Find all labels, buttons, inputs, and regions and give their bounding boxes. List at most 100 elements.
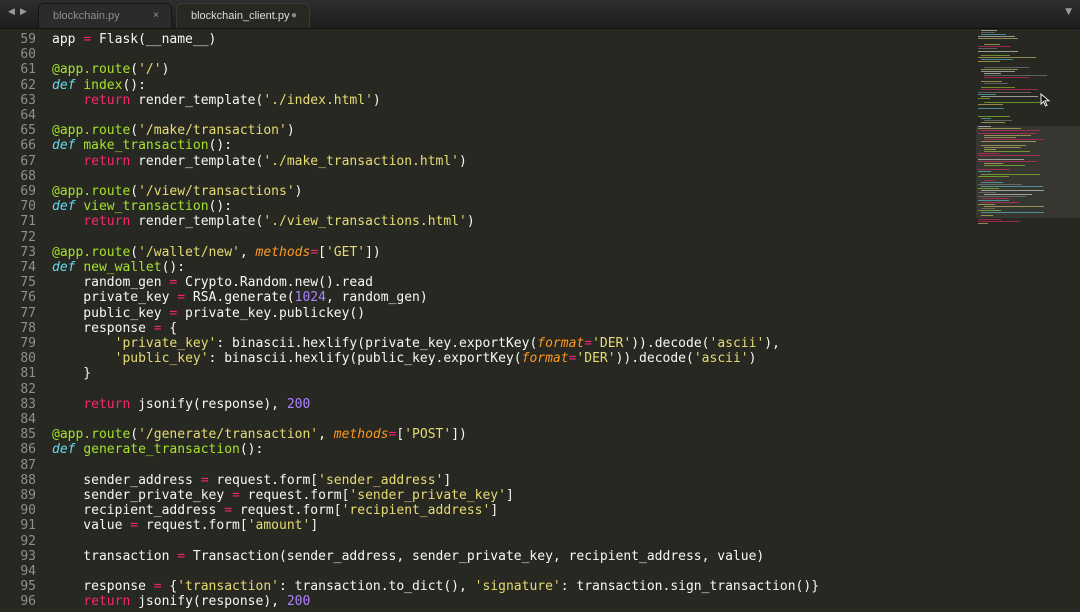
code-line[interactable]: 86 def generate_transaction(): [0, 442, 975, 457]
code-token: '/make/transaction' [138, 123, 287, 139]
minimap-line [978, 155, 1040, 157]
minimap-line [981, 212, 1044, 214]
code-token: public_key [52, 305, 170, 321]
arrow-right-icon[interactable]: ▶ [20, 7, 27, 17]
code-text[interactable]: @app.route('/view/transactions') [52, 184, 302, 199]
code-text[interactable]: return render_template('./view_transacti… [52, 214, 475, 230]
code-text[interactable]: } [52, 366, 91, 381]
code-text[interactable]: sender_address = request.form['sender_ad… [52, 473, 451, 488]
code-token: ]) [365, 244, 381, 260]
code-token: request.form[ [239, 488, 350, 503]
code-line[interactable]: 88 sender_address = request.form['sender… [0, 473, 975, 488]
code-text[interactable]: def new_wallet(): [52, 260, 185, 275]
minimap-line [978, 220, 1020, 222]
code-text[interactable]: recipient_address = request.form['recipi… [52, 503, 498, 518]
code-line[interactable]: 73 @app.route('/wallet/new', methods=['GE… [0, 245, 975, 260]
code-line[interactable]: 92 [0, 534, 975, 549]
code-line[interactable]: 91 value = request.form['amount'] [0, 518, 975, 533]
minimap[interactable] [976, 28, 1080, 612]
code-line[interactable]: 89 sender_private_key = request.form['se… [0, 488, 975, 503]
code-line[interactable]: 85 @app.route('/generate/transaction', me… [0, 427, 975, 442]
code-token: request.form[ [138, 518, 248, 534]
code-text[interactable]: @app.route('/generate/transaction', meth… [52, 427, 467, 442]
code-text[interactable]: def index(): [52, 78, 146, 93]
code-text[interactable]: 'private_key': binascii.hexlify(private_… [52, 336, 780, 351]
code-text[interactable]: private_key = RSA.generate(1024, random_… [52, 290, 428, 306]
code-line[interactable]: 83 return jsonify(response), 200 [0, 397, 975, 412]
code-token: 'private_key' [114, 336, 217, 351]
minimap-line [978, 204, 995, 206]
code-editor[interactable]: 59 app = Flask(__name__) 60 61 @app.route('/… [0, 30, 975, 612]
minimap-line [981, 30, 997, 31]
code-line[interactable]: 65 @app.route('/make/transaction') [0, 123, 975, 138]
code-line[interactable]: 80 'public_key': binascii.hexlify(public… [0, 351, 975, 366]
code-line[interactable]: 81 } [0, 366, 975, 381]
code-text[interactable]: response = {'transaction': transaction.t… [52, 579, 819, 594]
code-line[interactable]: 95 response = {'transaction': transactio… [0, 579, 975, 594]
code-line[interactable]: 75 random_gen = Crypto.Random.new().read [0, 275, 975, 290]
code-line[interactable]: 74 def new_wallet(): [0, 260, 975, 275]
code-text[interactable]: app = Flask(__name__) [52, 32, 216, 47]
unsaved-dot-icon[interactable]: ● [291, 4, 297, 28]
minimap-line [984, 66, 1029, 68]
code-token: 200 [286, 396, 311, 412]
code-text[interactable]: return render_template('./make_transacti… [52, 154, 467, 169]
code-line[interactable]: 82 [0, 382, 975, 397]
minimap-line [978, 183, 1022, 185]
minimap-line [981, 202, 1019, 204]
line-number: 61 [20, 62, 36, 78]
code-line[interactable]: 84 [0, 412, 975, 427]
code-line[interactable]: 61 @app.route('/') [0, 62, 975, 77]
code-text[interactable]: @app.route('/make/transaction') [52, 123, 295, 138]
code-token: sender_private_key [52, 488, 233, 503]
code-line[interactable]: 90 recipient_address = request.form['rec… [0, 503, 975, 518]
code-line[interactable]: 78 response = { [0, 321, 975, 336]
code-line[interactable]: 72 [0, 230, 975, 245]
code-line[interactable]: 94 [0, 564, 975, 579]
code-text[interactable]: value = request.form['amount'] [52, 518, 318, 533]
code-line[interactable]: 70 def view_transaction(): [0, 199, 975, 214]
code-token: response [52, 320, 154, 336]
code-text[interactable]: return jsonify(response), 200 [52, 594, 310, 609]
code-text[interactable]: public_key = private_key.publickey() [52, 306, 365, 321]
tab-blockchain-client-py[interactable]: blockchain_client.py ● [176, 3, 310, 28]
code-line[interactable]: 96 return jsonify(response), 200 [0, 594, 975, 609]
tab-blockchain-py[interactable]: blockchain.py × [38, 3, 172, 28]
code-line[interactable]: 93 transaction = Transaction(sender_addr… [0, 549, 975, 564]
code-line[interactable]: 60 [0, 47, 975, 62]
chevron-down-icon[interactable]: ▼ [1065, 7, 1072, 17]
minimap-line [984, 120, 1012, 122]
code-text[interactable]: random_gen = Crypto.Random.new().read [52, 275, 373, 290]
code-line[interactable]: 62 def index(): [0, 78, 975, 93]
code-text[interactable]: return jsonify(response), 200 [52, 397, 310, 412]
code-line[interactable]: 66 def make_transaction(): [0, 138, 975, 153]
code-text[interactable]: @app.route('/wallet/new', methods=['GET'… [52, 245, 381, 260]
code-line[interactable]: 68 [0, 169, 975, 184]
code-token: ) [466, 214, 475, 230]
code-line[interactable]: 87 [0, 458, 975, 473]
code-text[interactable]: def make_transaction(): [52, 138, 232, 153]
code-line[interactable]: 76 private_key = RSA.generate(1024, rand… [0, 290, 975, 305]
code-text[interactable]: def generate_transaction(): [52, 442, 263, 457]
code-line[interactable]: 77 public_key = private_key.publickey() [0, 306, 975, 321]
code-text[interactable]: 'public_key': binascii.hexlify(public_ke… [52, 351, 757, 367]
code-line[interactable]: 59 app = Flask(__name__) [0, 32, 975, 47]
code-line[interactable]: 64 [0, 108, 975, 123]
code-line[interactable]: 71 return render_template('./view_transa… [0, 214, 975, 229]
code-text[interactable]: return render_template('./index.html') [52, 93, 380, 108]
code-line[interactable]: 69 @app.route('/view/transactions') [0, 184, 975, 199]
arrow-left-icon[interactable]: ◀ [8, 7, 15, 17]
close-icon[interactable]: × [153, 4, 159, 28]
code-text[interactable]: response = { [52, 321, 177, 336]
code-line[interactable]: 67 return render_template('./make_transa… [0, 154, 975, 169]
code-text[interactable]: sender_private_key = request.form['sende… [52, 488, 514, 503]
line-number: 83 [20, 396, 36, 412]
line-number: 94 [20, 564, 36, 579]
code-token: ) [748, 351, 757, 367]
code-token: , random_gen) [325, 290, 428, 306]
code-line[interactable]: 63 return render_template('./index.html'… [0, 93, 975, 108]
code-line[interactable]: 79 'private_key': binascii.hexlify(priva… [0, 336, 975, 351]
code-text[interactable]: transaction = Transaction(sender_address… [52, 549, 764, 564]
code-text[interactable]: def view_transaction(): [52, 199, 232, 214]
code-text[interactable]: @app.route('/') [52, 62, 169, 77]
